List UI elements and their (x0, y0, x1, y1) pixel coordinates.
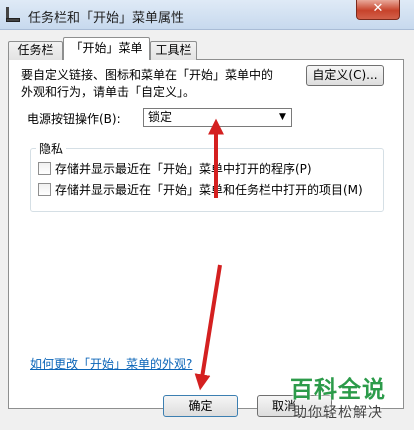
checkbox[interactable] (38, 162, 51, 175)
help-link[interactable]: 如何更改「开始」菜单的外观? (30, 355, 192, 372)
checkbox-label: 存储并显示最近在「开始」菜单和任务栏中打开的项目(M) (55, 183, 363, 197)
power-button-label: 电源按钮操作(B): (27, 112, 121, 126)
window-title: 任务栏和「开始」菜单属性 (28, 11, 185, 26)
tab-start-menu[interactable]: 「开始」菜单 (63, 37, 150, 60)
power-button-select[interactable]: 锁定 ▼ (143, 108, 292, 127)
watermark-subtitle: 助你轻松解决 (293, 405, 383, 421)
watermark: 百科全说 助你轻松解决 (282, 366, 408, 426)
tab-taskbar[interactable]: 任务栏 (8, 41, 63, 60)
dropdown-arrow-icon[interactable]: ▼ (275, 110, 290, 125)
close-button[interactable]: ✕ (356, 0, 400, 20)
tab-toolbars[interactable]: 工具栏 (150, 41, 197, 60)
intro-text-line1: 要自定义链接、图标和菜单在「开始」菜单中的 (21, 68, 274, 82)
title-bar: 任务栏和「开始」菜单属性 ✕ (0, 0, 414, 30)
ok-button[interactable]: 确定 (163, 395, 238, 417)
checkbox-label: 存储并显示最近在「开始」菜单中打开的程序(P) (55, 162, 312, 176)
checkbox[interactable] (38, 183, 51, 196)
privacy-title: 隐私 (36, 140, 67, 157)
power-button-value: 锁定 (148, 110, 173, 124)
watermark-title: 百科全说 (290, 377, 386, 403)
privacy-group (30, 148, 384, 212)
customize-button[interactable]: 自定义(C)... (306, 65, 384, 86)
taskbar-properties-icon (6, 7, 22, 23)
intro-text-line2: 外观和行为，请单击「自定义」。 (21, 85, 196, 99)
privacy-option-recent-items[interactable]: 存储并显示最近在「开始」菜单和任务栏中打开的项目(M) (38, 181, 363, 198)
privacy-option-recent-programs[interactable]: 存储并显示最近在「开始」菜单中打开的程序(P) (38, 160, 312, 177)
